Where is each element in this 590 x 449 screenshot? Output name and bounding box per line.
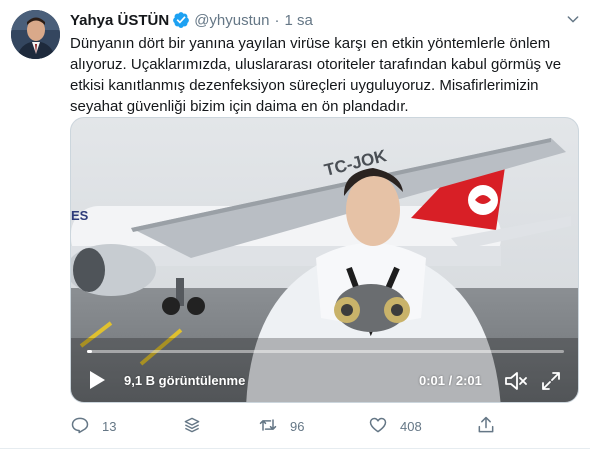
tweet-card[interactable]: Yahya ÜSTÜN @yhyustun · 1 sa Dünyanın dö…: [0, 0, 590, 449]
separator-dot: ·: [274, 11, 280, 29]
retweet-button[interactable]: 96: [258, 414, 304, 438]
like-count: 408: [400, 418, 422, 434]
video-duration: 0:01 / 2:01: [419, 373, 482, 388]
share-button[interactable]: [476, 414, 496, 438]
author-handle[interactable]: @yhyustun: [194, 12, 269, 29]
video-view-count: 9,1 B görüntülenme: [124, 373, 246, 388]
share-icon: [476, 415, 496, 438]
video-progress-bar[interactable]: [87, 350, 564, 353]
video-progress-fill: [87, 350, 92, 353]
tweet-text-line: alıyoruz. Uçaklarımızda, uluslararası ot…: [70, 56, 562, 73]
volume-icon[interactable]: [503, 369, 529, 393]
verified-badge-icon: [172, 11, 190, 29]
fullscreen-icon[interactable]: [540, 370, 562, 392]
tweet-timestamp[interactable]: 1 sa: [284, 12, 312, 29]
livery-text: ES: [71, 208, 89, 223]
tweet-actions: 13 96 408: [70, 414, 510, 438]
retweet-count: 96: [290, 418, 305, 434]
retweet-icon: [258, 415, 278, 438]
reply-count: 13: [102, 418, 117, 434]
video-frame: ES TC-JOK: [71, 118, 578, 402]
message-stack-icon: [182, 415, 202, 438]
avatar[interactable]: [11, 10, 60, 59]
reply-button[interactable]: 13: [70, 414, 116, 438]
like-icon: [368, 415, 388, 438]
reply-icon: [70, 415, 90, 438]
play-icon[interactable]: [85, 368, 109, 392]
tweet-text-line: Dünyanın dört bir yanına yayılan virüse …: [70, 35, 551, 52]
tweet-text-line: etkisi kanıtlanmış dezenfeksiyon süreçle…: [70, 77, 539, 94]
tweet-text-line: seyahat güvenliği bizim için daima en ön…: [70, 98, 409, 115]
message-stack-button[interactable]: [182, 414, 202, 438]
video-player[interactable]: ES TC-JOK 9,1 B görüntülenme 0:01 / 2:01: [70, 117, 579, 403]
avatar-image: [11, 10, 60, 59]
tweet-header: Yahya ÜSTÜN @yhyustun · 1 sa: [70, 10, 313, 30]
like-button[interactable]: 408: [368, 414, 422, 438]
tweet-text: Dünyanın dört bir yanına yayılan virüse …: [70, 33, 575, 117]
chevron-down-icon[interactable]: [562, 8, 584, 30]
author-name[interactable]: Yahya ÜSTÜN: [70, 12, 169, 29]
